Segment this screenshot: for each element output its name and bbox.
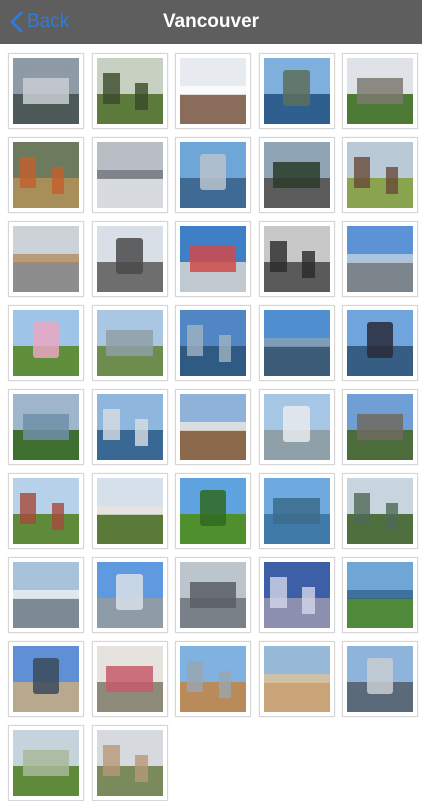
page-title: Vancouver <box>162 11 260 32</box>
photo-image <box>180 310 246 376</box>
photo-thumbnail[interactable] <box>175 221 251 297</box>
photo-thumbnail[interactable] <box>8 473 84 549</box>
photo-thumbnail[interactable] <box>342 557 418 633</box>
photo-thumbnail[interactable] <box>342 137 418 213</box>
photo-thumbnail[interactable] <box>175 557 251 633</box>
photo-image <box>96 394 163 460</box>
photo-thumbnail[interactable] <box>175 641 251 717</box>
photo-thumbnail[interactable] <box>258 305 335 381</box>
photo-thumbnail[interactable] <box>175 473 251 549</box>
photo-image <box>347 478 413 544</box>
photo-image <box>13 142 79 208</box>
photo-image <box>180 478 246 544</box>
photo-image <box>96 142 163 208</box>
photo-thumbnail[interactable] <box>8 53 84 129</box>
photo-thumbnail[interactable] <box>175 305 251 381</box>
photo-thumbnail[interactable] <box>342 305 418 381</box>
photo-thumbnail[interactable] <box>91 557 168 633</box>
photo-thumbnail[interactable] <box>91 137 168 213</box>
photo-image <box>180 226 246 292</box>
photo-image <box>180 394 246 460</box>
photo-thumbnail[interactable] <box>91 221 168 297</box>
photo-thumbnail[interactable] <box>258 221 335 297</box>
photo-image <box>180 142 246 208</box>
photo-image <box>347 310 413 376</box>
photo-thumbnail[interactable] <box>8 221 84 297</box>
photo-thumbnail[interactable] <box>342 221 418 297</box>
photo-thumbnail[interactable] <box>258 473 335 549</box>
photo-thumbnail[interactable] <box>91 641 168 717</box>
photo-thumbnail[interactable] <box>8 641 84 717</box>
photo-image <box>96 646 163 712</box>
photo-thumbnail[interactable] <box>342 641 418 717</box>
photo-thumbnail[interactable] <box>8 389 84 465</box>
photo-thumbnail[interactable] <box>8 137 84 213</box>
photo-image <box>347 646 413 712</box>
photo-image <box>13 646 79 712</box>
photo-image <box>347 142 413 208</box>
photo-thumbnail[interactable] <box>258 53 335 129</box>
photo-thumbnail[interactable] <box>342 473 418 549</box>
photo-thumbnail[interactable] <box>258 557 335 633</box>
photo-thumbnail[interactable] <box>175 389 251 465</box>
photo-image <box>96 58 163 124</box>
photo-thumbnail[interactable] <box>91 473 168 549</box>
photo-thumbnail[interactable] <box>8 725 84 801</box>
photo-thumbnail[interactable] <box>91 305 168 381</box>
photo-image <box>13 226 79 292</box>
photo-grid <box>8 53 420 801</box>
photo-image <box>347 562 413 628</box>
photo-image <box>180 562 246 628</box>
photo-image <box>263 646 330 712</box>
photo-image <box>347 58 413 124</box>
photo-image <box>263 394 330 460</box>
photo-image <box>13 394 79 460</box>
photo-image <box>263 142 330 208</box>
photo-image <box>347 394 413 460</box>
photo-thumbnail[interactable] <box>8 305 84 381</box>
photo-image <box>347 226 413 292</box>
photo-thumbnail[interactable] <box>91 389 168 465</box>
photo-image <box>263 226 330 292</box>
photo-image <box>13 58 79 124</box>
photo-thumbnail[interactable] <box>175 53 251 129</box>
photo-thumbnail[interactable] <box>342 389 418 465</box>
photo-thumbnail[interactable] <box>91 725 168 801</box>
photo-image <box>13 478 79 544</box>
photo-thumbnail[interactable] <box>342 53 418 129</box>
photo-image <box>263 562 330 628</box>
photo-image <box>96 478 163 544</box>
navigation-bar: Back Vancouver <box>0 0 422 44</box>
photo-thumbnail[interactable] <box>258 389 335 465</box>
photo-thumbnail[interactable] <box>258 137 335 213</box>
photo-image <box>13 730 79 796</box>
photo-image <box>13 562 79 628</box>
photo-image <box>96 730 163 796</box>
photo-image <box>96 310 163 376</box>
photo-thumbnail[interactable] <box>258 641 335 717</box>
photo-thumbnail[interactable] <box>8 557 84 633</box>
photo-image <box>96 226 163 292</box>
photo-image <box>263 478 330 544</box>
photo-thumbnail[interactable] <box>91 53 168 129</box>
photo-image <box>13 310 79 376</box>
photo-image <box>263 310 330 376</box>
photo-thumbnail[interactable] <box>175 137 251 213</box>
photo-image <box>263 58 330 124</box>
photo-image <box>180 58 246 124</box>
photo-image <box>180 646 246 712</box>
photo-image <box>96 562 163 628</box>
